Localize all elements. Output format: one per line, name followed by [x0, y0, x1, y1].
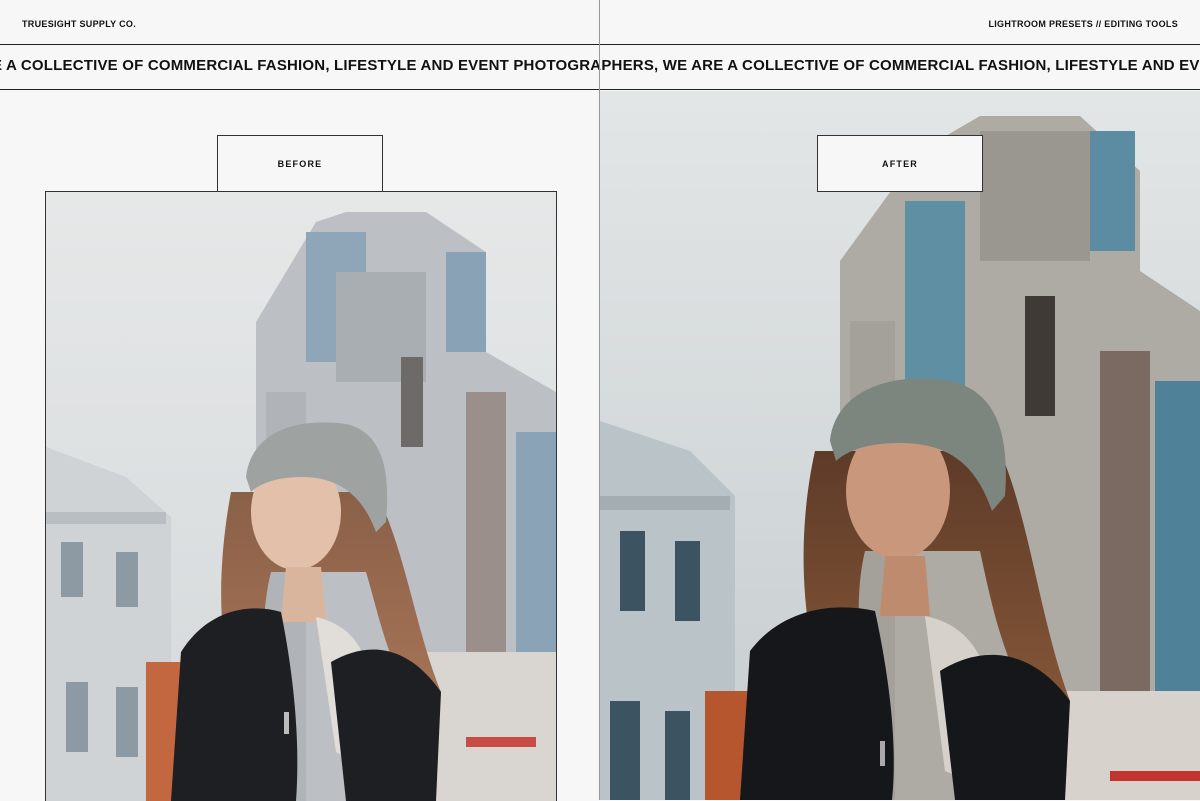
- scrolling-ticker: E A COLLECTIVE OF COMMERCIAL FASHION, LI…: [0, 45, 1200, 90]
- header-tagline: LIGHTROOM PRESETS // EDITING TOOLS: [988, 19, 1178, 29]
- ticker-text: E A COLLECTIVE OF COMMERCIAL FASHION, LI…: [0, 57, 1200, 74]
- after-label: AFTER: [817, 135, 983, 192]
- brand-name[interactable]: TRUESIGHT SUPPLY CO.: [22, 19, 136, 29]
- after-photo: [600, 91, 1200, 800]
- before-photo: [45, 191, 557, 801]
- before-label: BEFORE: [217, 135, 383, 192]
- top-header: TRUESIGHT SUPPLY CO. LIGHTROOM PRESETS /…: [0, 0, 1200, 45]
